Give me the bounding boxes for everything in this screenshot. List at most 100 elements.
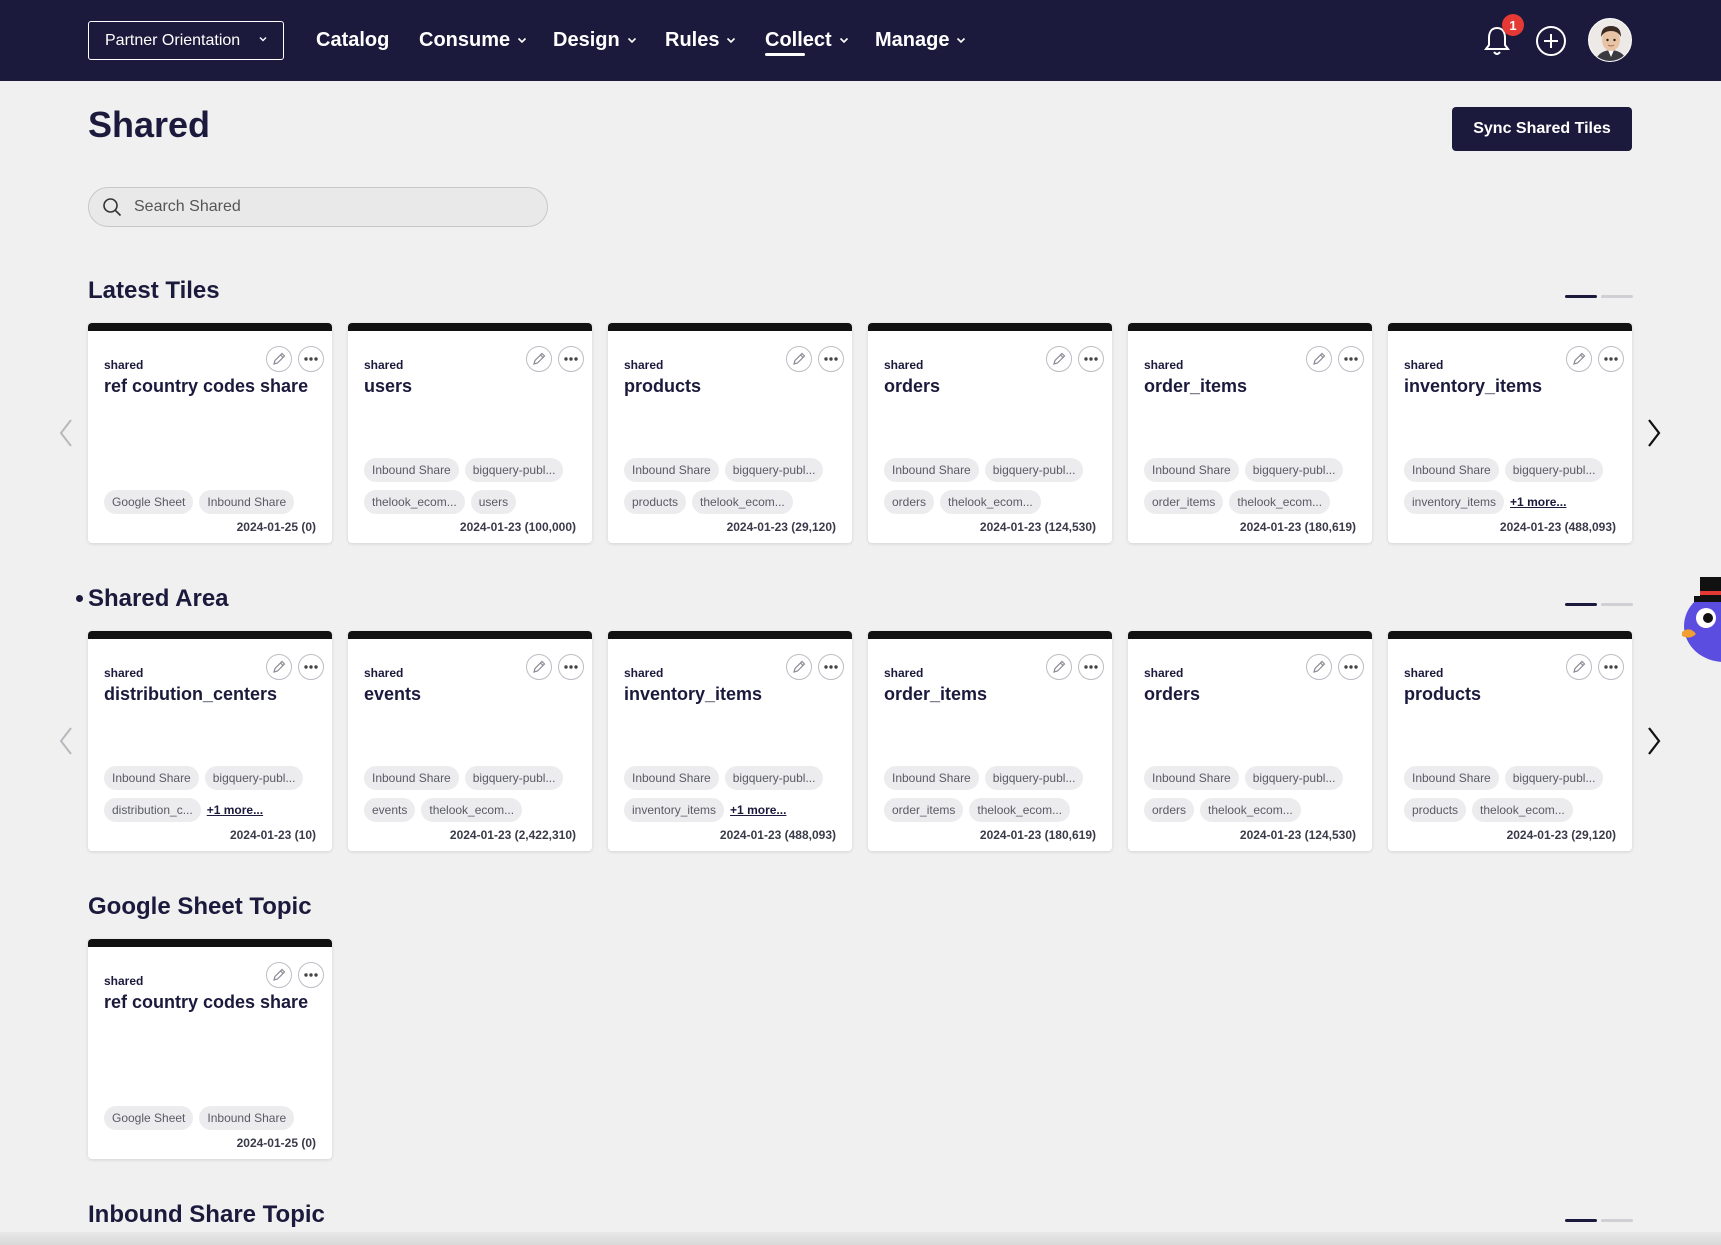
tag-chip[interactable]: thelook_ecom...: [1472, 798, 1573, 822]
tile-card[interactable]: shared order_items Inbound Share bigquery-p…: [868, 631, 1112, 851]
chevron-right-icon[interactable]: [1643, 724, 1665, 758]
more-options-button[interactable]: [298, 962, 324, 988]
tag-chip[interactable]: thelook_ecom...: [364, 490, 465, 514]
tag-chip[interactable]: bigquery-publ...: [464, 458, 564, 482]
tag-chip[interactable]: bigquery-publ...: [1504, 766, 1604, 790]
edit-tile-button[interactable]: [1566, 654, 1592, 680]
tag-chip[interactable]: bigquery-publ...: [464, 766, 564, 790]
assistant-mascot-icon[interactable]: [1680, 572, 1721, 664]
nav-rules[interactable]: Rules: [665, 26, 737, 54]
nav-catalog[interactable]: Catalog: [316, 26, 389, 54]
tile-card[interactable]: shared orders Inbound Share bigquery-publ..…: [868, 323, 1112, 543]
tile-card[interactable]: shared products Inbound Share bigquery-publ…: [1388, 631, 1632, 851]
search-input[interactable]: [132, 197, 536, 217]
tag-chip[interactable]: products: [624, 490, 687, 514]
tag-chip[interactable]: Inbound Share: [1404, 766, 1499, 790]
more-options-button[interactable]: [818, 346, 844, 372]
more-options-button[interactable]: [1078, 346, 1104, 372]
edit-tile-button[interactable]: [1566, 346, 1592, 372]
tag-chip[interactable]: products: [1404, 798, 1467, 822]
edit-tile-button[interactable]: [266, 654, 292, 680]
edit-tile-button[interactable]: [786, 654, 812, 680]
tile-card[interactable]: shared distribution_centers Inbound Share b…: [88, 631, 332, 851]
tag-chip[interactable]: thelook_ecom...: [692, 490, 793, 514]
tag-chip[interactable]: Inbound Share: [199, 490, 295, 514]
tag-chip[interactable]: thelook_ecom...: [969, 798, 1071, 822]
tile-card[interactable]: shared orders Inbound Share bigquery-publ..…: [1128, 631, 1372, 851]
tag-chip[interactable]: Inbound Share: [199, 1106, 295, 1130]
tag-chip[interactable]: Inbound Share: [1144, 458, 1239, 482]
tag-chip[interactable]: bigquery-publ...: [724, 766, 824, 790]
edit-tile-button[interactable]: [786, 346, 812, 372]
org-selector[interactable]: Partner Orientation: [88, 21, 284, 60]
tag-chip[interactable]: Inbound Share: [1144, 766, 1239, 790]
tag-chip[interactable]: thelook_ecom...: [421, 798, 523, 822]
tag-chip[interactable]: events: [364, 798, 416, 822]
more-tags-link[interactable]: +1 more...: [730, 798, 786, 822]
tag-chip[interactable]: users: [470, 490, 517, 514]
chevron-left-icon[interactable]: [55, 416, 77, 450]
tag-chip[interactable]: thelook_ecom...: [1229, 490, 1331, 514]
tile-card[interactable]: shared users Inbound Share bigquery-publ...…: [348, 323, 592, 543]
tag-chip[interactable]: Inbound Share: [624, 766, 719, 790]
user-avatar[interactable]: [1588, 18, 1632, 62]
nav-consume[interactable]: Consume: [419, 26, 528, 54]
more-tags-link[interactable]: +1 more...: [1510, 490, 1566, 514]
nav-manage[interactable]: Manage: [875, 26, 967, 54]
tag-chip[interactable]: distribution_c...: [104, 798, 201, 822]
edit-tile-button[interactable]: [1046, 346, 1072, 372]
edit-tile-button[interactable]: [526, 346, 552, 372]
carousel-pager[interactable]: [1565, 1219, 1633, 1223]
more-options-button[interactable]: [818, 654, 844, 680]
tag-chip[interactable]: order_items: [884, 798, 964, 822]
tile-card[interactable]: shared inventory_items Inbound Share bigque…: [608, 631, 852, 851]
tag-chip[interactable]: Google Sheet: [104, 1106, 194, 1130]
tag-chip[interactable]: Inbound Share: [884, 458, 979, 482]
tag-chip[interactable]: bigquery-publ...: [984, 458, 1084, 482]
tag-chip[interactable]: bigquery-publ...: [204, 766, 304, 790]
tag-chip[interactable]: Inbound Share: [364, 766, 459, 790]
notifications-button[interactable]: 1: [1482, 14, 1524, 58]
nav-design[interactable]: Design: [553, 26, 638, 54]
tag-chip[interactable]: orders: [1144, 798, 1195, 822]
tag-chip[interactable]: inventory_items: [624, 798, 725, 822]
edit-tile-button[interactable]: [1306, 654, 1332, 680]
chevron-right-icon[interactable]: [1643, 416, 1665, 450]
tile-card[interactable]: shared ref country codes share Google Shee…: [88, 323, 332, 543]
tile-card[interactable]: shared products Inbound Share bigquery-publ…: [608, 323, 852, 543]
tag-chip[interactable]: thelook_ecom...: [1200, 798, 1301, 822]
edit-tile-button[interactable]: [266, 962, 292, 988]
more-options-button[interactable]: [1598, 346, 1624, 372]
more-options-button[interactable]: [1078, 654, 1104, 680]
tile-card[interactable]: shared events Inbound Share bigquery-publ..…: [348, 631, 592, 851]
tag-chip[interactable]: order_items: [1144, 490, 1224, 514]
edit-tile-button[interactable]: [1046, 654, 1072, 680]
edit-tile-button[interactable]: [526, 654, 552, 680]
tag-chip[interactable]: thelook_ecom...: [940, 490, 1041, 514]
tag-chip[interactable]: Inbound Share: [624, 458, 719, 482]
more-options-button[interactable]: [558, 654, 584, 680]
carousel-pager[interactable]: [1565, 603, 1633, 607]
more-options-button[interactable]: [298, 346, 324, 372]
tag-chip[interactable]: Inbound Share: [1404, 458, 1499, 482]
more-options-button[interactable]: [558, 346, 584, 372]
tag-chip[interactable]: bigquery-publ...: [724, 458, 824, 482]
more-options-button[interactable]: [1338, 654, 1364, 680]
tag-chip[interactable]: inventory_items: [1404, 490, 1505, 514]
more-options-button[interactable]: [1338, 346, 1364, 372]
add-button[interactable]: [1535, 25, 1567, 57]
more-options-button[interactable]: [298, 654, 324, 680]
carousel-pager[interactable]: [1565, 295, 1633, 299]
tile-card[interactable]: shared ref country codes share Google Shee…: [88, 939, 332, 1159]
tag-chip[interactable]: Google Sheet: [104, 490, 194, 514]
tile-card[interactable]: shared inventory_items Inbound Share bigque…: [1388, 323, 1632, 543]
more-options-button[interactable]: [1598, 654, 1624, 680]
tag-chip[interactable]: Inbound Share: [104, 766, 199, 790]
edit-tile-button[interactable]: [1306, 346, 1332, 372]
tile-card[interactable]: shared order_items Inbound Share bigquery-p…: [1128, 323, 1372, 543]
tag-chip[interactable]: Inbound Share: [884, 766, 979, 790]
more-tags-link[interactable]: +1 more...: [207, 798, 263, 822]
tag-chip[interactable]: bigquery-publ...: [984, 766, 1084, 790]
chevron-left-icon[interactable]: [55, 724, 77, 758]
tag-chip[interactable]: bigquery-publ...: [1244, 766, 1344, 790]
